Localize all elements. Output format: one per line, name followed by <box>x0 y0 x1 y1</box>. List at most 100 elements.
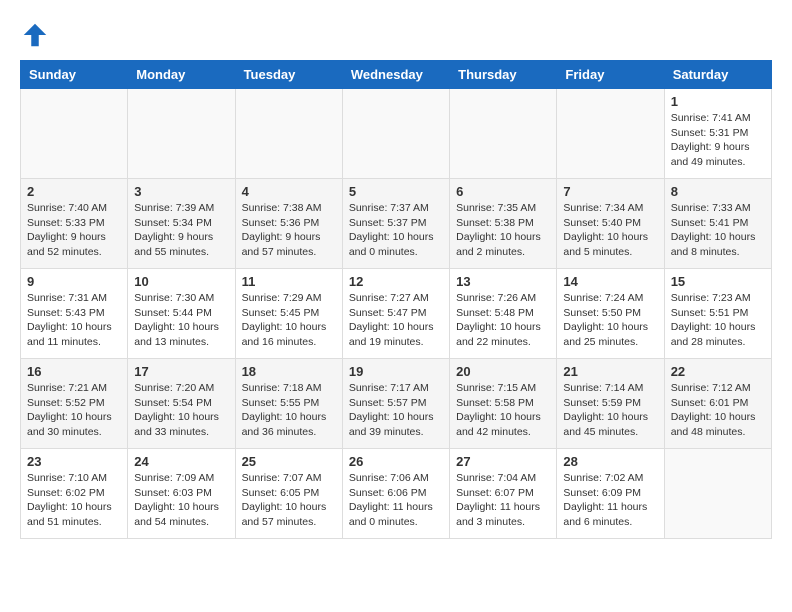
calendar-day: 8 Sunrise: 7:33 AM Sunset: 5:41 PM Daylig… <box>664 179 771 269</box>
day-info: Sunrise: 7:27 AM Sunset: 5:47 PM Dayligh… <box>349 291 443 350</box>
day-info: Sunrise: 7:38 AM Sunset: 5:36 PM Dayligh… <box>242 201 336 260</box>
calendar-day: 26 Sunrise: 7:06 AM Sunset: 6:06 PM Dayli… <box>342 449 449 539</box>
day-info: Sunrise: 7:10 AM Sunset: 6:02 PM Dayligh… <box>27 471 121 530</box>
calendar-day: 14 Sunrise: 7:24 AM Sunset: 5:50 PM Dayli… <box>557 269 664 359</box>
day-number: 3 <box>134 184 228 199</box>
calendar-day: 7 Sunrise: 7:34 AM Sunset: 5:40 PM Daylig… <box>557 179 664 269</box>
day-info: Sunrise: 7:41 AM Sunset: 5:31 PM Dayligh… <box>671 111 765 170</box>
day-info: Sunrise: 7:40 AM Sunset: 5:33 PM Dayligh… <box>27 201 121 260</box>
day-info: Sunrise: 7:29 AM Sunset: 5:45 PM Dayligh… <box>242 291 336 350</box>
weekday-header-row: SundayMondayTuesdayWednesdayThursdayFrid… <box>21 61 772 89</box>
day-info: Sunrise: 7:37 AM Sunset: 5:37 PM Dayligh… <box>349 201 443 260</box>
weekday-header-monday: Monday <box>128 61 235 89</box>
day-number: 14 <box>563 274 657 289</box>
day-info: Sunrise: 7:09 AM Sunset: 6:03 PM Dayligh… <box>134 471 228 530</box>
calendar-day <box>342 89 449 179</box>
day-info: Sunrise: 7:31 AM Sunset: 5:43 PM Dayligh… <box>27 291 121 350</box>
calendar-day: 24Sunrise: 7:09 AM Sunset: 6:03 PM Dayli… <box>128 449 235 539</box>
calendar-day: 15 Sunrise: 7:23 AM Sunset: 5:51 PM Dayli… <box>664 269 771 359</box>
day-number: 12 <box>349 274 443 289</box>
page-header <box>20 20 772 50</box>
day-number: 20 <box>456 364 550 379</box>
day-number: 7 <box>563 184 657 199</box>
day-number: 6 <box>456 184 550 199</box>
calendar-day <box>557 89 664 179</box>
day-number: 11 <box>242 274 336 289</box>
calendar-body: 1 Sunrise: 7:41 AM Sunset: 5:31 PM Daylig… <box>21 89 772 539</box>
day-number: 1 <box>671 94 765 109</box>
day-info: Sunrise: 7:33 AM Sunset: 5:41 PM Dayligh… <box>671 201 765 260</box>
calendar-week-1: 1 Sunrise: 7:41 AM Sunset: 5:31 PM Daylig… <box>21 89 772 179</box>
day-number: 10 <box>134 274 228 289</box>
calendar-day: 11 Sunrise: 7:29 AM Sunset: 5:45 PM Dayli… <box>235 269 342 359</box>
calendar-day <box>235 89 342 179</box>
day-number: 4 <box>242 184 336 199</box>
day-number: 13 <box>456 274 550 289</box>
calendar-day: 20 Sunrise: 7:15 AM Sunset: 5:58 PM Dayli… <box>450 359 557 449</box>
calendar-day: 22Sunrise: 7:12 AM Sunset: 6:01 PM Dayli… <box>664 359 771 449</box>
calendar-day: 10 Sunrise: 7:30 AM Sunset: 5:44 PM Dayli… <box>128 269 235 359</box>
weekday-header-sunday: Sunday <box>21 61 128 89</box>
day-info: Sunrise: 7:15 AM Sunset: 5:58 PM Dayligh… <box>456 381 550 440</box>
logo <box>20 20 54 50</box>
day-info: Sunrise: 7:14 AM Sunset: 5:59 PM Dayligh… <box>563 381 657 440</box>
day-info: Sunrise: 7:35 AM Sunset: 5:38 PM Dayligh… <box>456 201 550 260</box>
day-info: Sunrise: 7:39 AM Sunset: 5:34 PM Dayligh… <box>134 201 228 260</box>
calendar-day: 9 Sunrise: 7:31 AM Sunset: 5:43 PM Daylig… <box>21 269 128 359</box>
calendar-day: 13 Sunrise: 7:26 AM Sunset: 5:48 PM Dayli… <box>450 269 557 359</box>
weekday-header-tuesday: Tuesday <box>235 61 342 89</box>
day-info: Sunrise: 7:02 AM Sunset: 6:09 PM Dayligh… <box>563 471 657 530</box>
calendar-day: 16Sunrise: 7:21 AM Sunset: 5:52 PM Dayli… <box>21 359 128 449</box>
calendar-day: 17 Sunrise: 7:20 AM Sunset: 5:54 PM Dayli… <box>128 359 235 449</box>
day-number: 2 <box>27 184 121 199</box>
day-info: Sunrise: 7:20 AM Sunset: 5:54 PM Dayligh… <box>134 381 228 440</box>
day-number: 19 <box>349 364 443 379</box>
calendar-day: 6 Sunrise: 7:35 AM Sunset: 5:38 PM Daylig… <box>450 179 557 269</box>
day-info: Sunrise: 7:24 AM Sunset: 5:50 PM Dayligh… <box>563 291 657 350</box>
weekday-header-wednesday: Wednesday <box>342 61 449 89</box>
calendar-day: 21 Sunrise: 7:14 AM Sunset: 5:59 PM Dayli… <box>557 359 664 449</box>
day-number: 22 <box>671 364 765 379</box>
calendar-table: SundayMondayTuesdayWednesdayThursdayFrid… <box>20 60 772 539</box>
calendar-day <box>21 89 128 179</box>
day-info: Sunrise: 7:06 AM Sunset: 6:06 PM Dayligh… <box>349 471 443 530</box>
calendar-week-4: 16Sunrise: 7:21 AM Sunset: 5:52 PM Dayli… <box>21 359 772 449</box>
calendar-day: 4 Sunrise: 7:38 AM Sunset: 5:36 PM Daylig… <box>235 179 342 269</box>
day-number: 17 <box>134 364 228 379</box>
calendar-day <box>128 89 235 179</box>
day-number: 8 <box>671 184 765 199</box>
day-info: Sunrise: 7:04 AM Sunset: 6:07 PM Dayligh… <box>456 471 550 530</box>
calendar-day: 27 Sunrise: 7:04 AM Sunset: 6:07 PM Dayli… <box>450 449 557 539</box>
calendar-day <box>664 449 771 539</box>
calendar-day: 19 Sunrise: 7:17 AM Sunset: 5:57 PM Dayli… <box>342 359 449 449</box>
calendar-day: 28 Sunrise: 7:02 AM Sunset: 6:09 PM Dayli… <box>557 449 664 539</box>
calendar-day: 5Sunrise: 7:37 AM Sunset: 5:37 PM Daylig… <box>342 179 449 269</box>
day-info: Sunrise: 7:34 AM Sunset: 5:40 PM Dayligh… <box>563 201 657 260</box>
day-info: Sunrise: 7:07 AM Sunset: 6:05 PM Dayligh… <box>242 471 336 530</box>
calendar-day: 3 Sunrise: 7:39 AM Sunset: 5:34 PM Daylig… <box>128 179 235 269</box>
calendar-day: 23 Sunrise: 7:10 AM Sunset: 6:02 PM Dayli… <box>21 449 128 539</box>
day-info: Sunrise: 7:26 AM Sunset: 5:48 PM Dayligh… <box>456 291 550 350</box>
day-number: 26 <box>349 454 443 469</box>
calendar-day: 18Sunrise: 7:18 AM Sunset: 5:55 PM Dayli… <box>235 359 342 449</box>
day-number: 18 <box>242 364 336 379</box>
day-number: 23 <box>27 454 121 469</box>
calendar-day: 12 Sunrise: 7:27 AM Sunset: 5:47 PM Dayli… <box>342 269 449 359</box>
day-number: 27 <box>456 454 550 469</box>
day-number: 9 <box>27 274 121 289</box>
calendar-header: SundayMondayTuesdayWednesdayThursdayFrid… <box>21 61 772 89</box>
weekday-header-friday: Friday <box>557 61 664 89</box>
calendar-week-3: 9 Sunrise: 7:31 AM Sunset: 5:43 PM Daylig… <box>21 269 772 359</box>
day-info: Sunrise: 7:17 AM Sunset: 5:57 PM Dayligh… <box>349 381 443 440</box>
calendar-day: 25Sunrise: 7:07 AM Sunset: 6:05 PM Dayli… <box>235 449 342 539</box>
day-number: 21 <box>563 364 657 379</box>
calendar-day: 1 Sunrise: 7:41 AM Sunset: 5:31 PM Daylig… <box>664 89 771 179</box>
weekday-header-saturday: Saturday <box>664 61 771 89</box>
calendar-week-2: 2 Sunrise: 7:40 AM Sunset: 5:33 PM Daylig… <box>21 179 772 269</box>
calendar-day <box>450 89 557 179</box>
day-number: 16 <box>27 364 121 379</box>
day-info: Sunrise: 7:23 AM Sunset: 5:51 PM Dayligh… <box>671 291 765 350</box>
day-number: 28 <box>563 454 657 469</box>
day-info: Sunrise: 7:30 AM Sunset: 5:44 PM Dayligh… <box>134 291 228 350</box>
day-number: 15 <box>671 274 765 289</box>
